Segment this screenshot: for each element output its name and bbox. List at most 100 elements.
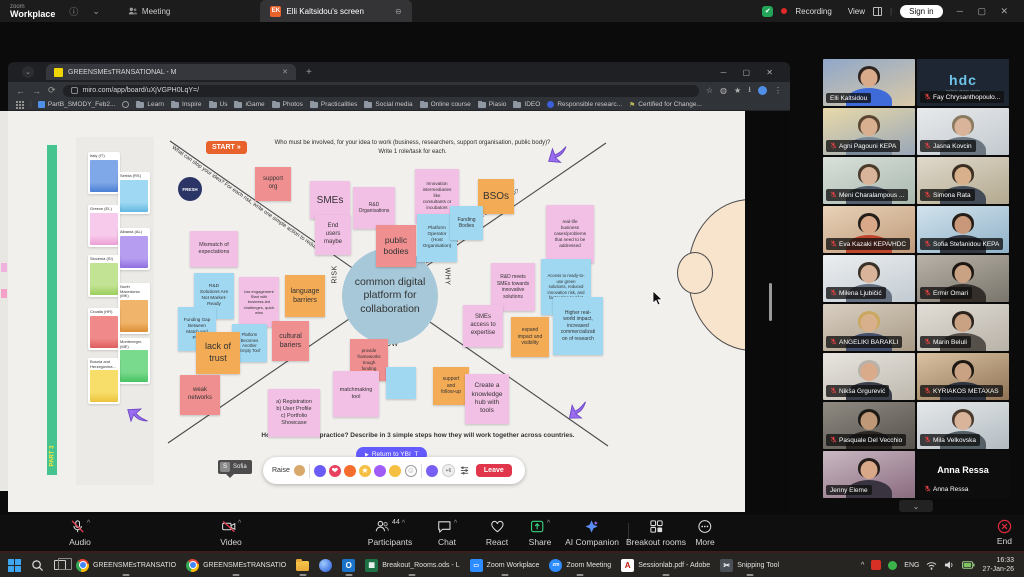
country-card[interactable]: Albania (AL) bbox=[118, 228, 150, 270]
sticky-note[interactable]: low engagement Start with business-led c… bbox=[239, 277, 279, 327]
tray-app-icon[interactable] bbox=[871, 560, 881, 570]
country-card[interactable]: Slovenia (SI) bbox=[88, 255, 120, 297]
bookmark-item[interactable]: ⚑Certified for Change... bbox=[629, 101, 702, 109]
sticky-note[interactable]: real-life business cases/problems that n… bbox=[546, 205, 594, 263]
bookmark-item[interactable]: Inspire bbox=[171, 101, 202, 108]
country-card[interactable]: Italy (IT) bbox=[88, 152, 120, 194]
language-indicator[interactable]: ENG bbox=[904, 562, 919, 569]
battery-icon[interactable] bbox=[962, 561, 975, 569]
back-icon[interactable]: ← bbox=[16, 86, 25, 96]
sticky-note[interactable]: weak networks bbox=[180, 375, 220, 415]
tab-shared-screen[interactable]: EK Elli Kaltsidou's screen ⊖ bbox=[260, 0, 411, 22]
participant-tile[interactable]: ANGELIKI BARAKLI bbox=[823, 304, 915, 351]
taskbar-chrome-1[interactable]: GREENSMEsTRANSATIO bbox=[72, 554, 180, 576]
bookmark-item[interactable]: Responsible researc... bbox=[547, 101, 622, 108]
download-icon[interactable]: ⭳ bbox=[748, 84, 751, 98]
extensions-icon[interactable]: ◍ bbox=[720, 86, 727, 95]
country-card[interactable]: Greece (EL) bbox=[88, 205, 120, 247]
bookmark-star-icon[interactable]: ☆ bbox=[706, 86, 713, 95]
audio-button[interactable]: ^ Audio bbox=[69, 519, 91, 547]
participant-tile[interactable]: Jasna Kovcin bbox=[917, 108, 1009, 155]
sticky-note[interactable]: BSOs bbox=[478, 179, 514, 214]
country-card[interactable]: North Macedonia (MK) bbox=[118, 283, 150, 334]
bookmark-item[interactable]: IDEO bbox=[513, 101, 540, 108]
more-button[interactable]: More bbox=[695, 519, 714, 547]
info-icon[interactable]: ⓘ bbox=[69, 5, 78, 18]
tab-close-icon[interactable]: ✕ bbox=[282, 68, 288, 76]
share-options-chevron[interactable]: ^ bbox=[547, 520, 550, 527]
tab-meeting[interactable]: Meeting bbox=[128, 6, 170, 16]
reaction-emoji[interactable] bbox=[344, 465, 356, 477]
participant-tile[interactable]: Agni Pagouni KEPA bbox=[823, 108, 915, 155]
sign-in-button[interactable]: Sign in bbox=[900, 5, 942, 18]
start-button[interactable] bbox=[4, 554, 25, 576]
country-card[interactable]: Croatia (HR) bbox=[88, 308, 120, 350]
bookmark-item[interactable]: Social media bbox=[364, 101, 412, 108]
security-shield-icon[interactable]: ✔ bbox=[762, 6, 773, 17]
taskbar-zoom-meeting[interactable]: zmZoom Meeting bbox=[545, 554, 615, 576]
country-card[interactable]: Montenegro (ME) bbox=[118, 338, 150, 384]
share-button[interactable]: ^ Share bbox=[529, 519, 552, 547]
ai-companion-button[interactable]: AI Companion bbox=[565, 519, 619, 547]
participants-options-chevron[interactable]: ^ bbox=[402, 520, 405, 527]
browser-window-controls[interactable]: ─ ▢ ✕ bbox=[721, 68, 780, 77]
reaction-emoji[interactable]: ❤ bbox=[329, 465, 341, 477]
sticky-note[interactable]: R&D meets SMEs towards innovative soluti… bbox=[491, 263, 535, 311]
profile-avatar[interactable] bbox=[758, 86, 767, 95]
video-options-chevron[interactable]: ^ bbox=[238, 520, 241, 527]
sticky-note[interactable]: support and follow-up bbox=[433, 367, 469, 405]
participants-button[interactable]: 44 ^ Participants bbox=[368, 519, 412, 547]
sticky-note[interactable]: Higher real- world impact, increased com… bbox=[553, 297, 603, 355]
taskbar-zoom-workplace[interactable]: ▭Zoom Workplace bbox=[466, 554, 544, 576]
chevron-down-icon[interactable]: ⌄ bbox=[92, 6, 100, 17]
sticky-note[interactable]: End users maybe bbox=[315, 215, 351, 255]
reload-icon[interactable]: ⟳ bbox=[48, 85, 56, 96]
favorites-icon[interactable]: ★ bbox=[734, 86, 741, 95]
taskbar-spreadsheet[interactable]: ▦Breakout_Rooms.ods - L bbox=[361, 554, 463, 576]
sticky-note[interactable]: lack of trust bbox=[196, 332, 240, 374]
participant-tile[interactable]: Ermir Omari bbox=[917, 255, 1009, 302]
sticky-note[interactable]: support org bbox=[255, 167, 291, 201]
bookmark-item[interactable]: Practicalities bbox=[310, 101, 357, 108]
end-button[interactable]: End bbox=[997, 519, 1012, 546]
search-button[interactable] bbox=[27, 554, 48, 576]
sticky-note[interactable]: Mismatch of expectations bbox=[190, 231, 238, 267]
scrollbar[interactable] bbox=[769, 283, 772, 321]
url-input[interactable]: miro.com/app/board/uXjVGPH0LqY=/ bbox=[63, 85, 699, 97]
sticky-note[interactable]: SMEs access to expertise bbox=[463, 305, 503, 347]
new-tab-button[interactable]: + bbox=[306, 67, 312, 78]
sticky-note[interactable]: a) Registration b) User Profile c) Portf… bbox=[268, 389, 320, 437]
audio-options-chevron[interactable]: ^ bbox=[87, 520, 90, 527]
part-3-bar[interactable]: PART 3 bbox=[47, 145, 57, 475]
browser-tab-miro[interactable]: GREENSMEsTRANSATIONAL - M ✕ bbox=[46, 64, 296, 80]
taskbar-chrome-2[interactable]: GREENSMEsTRANSATIO bbox=[182, 554, 290, 576]
tab-more-icon[interactable]: ⊖ bbox=[395, 7, 402, 16]
filters-icon[interactable] bbox=[459, 465, 470, 476]
participant-tile[interactable]: Jenny Eleme bbox=[823, 451, 915, 498]
more-collaborators-count[interactable]: +6 bbox=[442, 464, 455, 477]
sticky-note[interactable] bbox=[386, 367, 416, 399]
participant-tile[interactable]: Sofia Stefanidou KEPA bbox=[917, 206, 1009, 253]
participant-tile[interactable]: hdchellenic design centreFay Chrysanthop… bbox=[917, 59, 1009, 106]
participant-tile[interactable]: KYRIAKOS METAXAS bbox=[917, 353, 1009, 400]
bookmark-item[interactable]: iGame bbox=[234, 101, 264, 108]
collaborators-avatar-icon[interactable] bbox=[426, 465, 438, 477]
leave-button[interactable]: Leave bbox=[476, 464, 512, 477]
taskbar-clock[interactable]: 16:33 27-Jan-26 bbox=[982, 556, 1014, 574]
participant-tile[interactable]: Nikša Grgurević bbox=[823, 353, 915, 400]
reaction-emoji[interactable] bbox=[374, 465, 386, 477]
sticky-note[interactable]: expand impact and visibility bbox=[511, 317, 549, 357]
chat-options-chevron[interactable]: ^ bbox=[454, 520, 457, 527]
sticky-note[interactable]: Funding Bodies bbox=[450, 206, 483, 240]
view-button[interactable]: View bbox=[848, 7, 865, 16]
participant-tile[interactable]: Pasquale Del Vecchio bbox=[823, 402, 915, 449]
participant-tile[interactable]: Anna RessaAnna Ressa bbox=[917, 451, 1009, 498]
site-info-icon[interactable] bbox=[71, 87, 78, 94]
reaction-emoji[interactable] bbox=[314, 465, 326, 477]
participant-tile[interactable]: Elli Kaltsidou bbox=[823, 59, 915, 106]
emoji-picker-icon[interactable]: ☺ bbox=[405, 465, 417, 477]
participant-tile[interactable]: Marin Beluli bbox=[917, 304, 1009, 351]
video-button[interactable]: ^ Video bbox=[220, 519, 242, 547]
participant-tile[interactable]: Mila Velkovska bbox=[917, 402, 1009, 449]
react-button[interactable]: React bbox=[486, 519, 508, 547]
